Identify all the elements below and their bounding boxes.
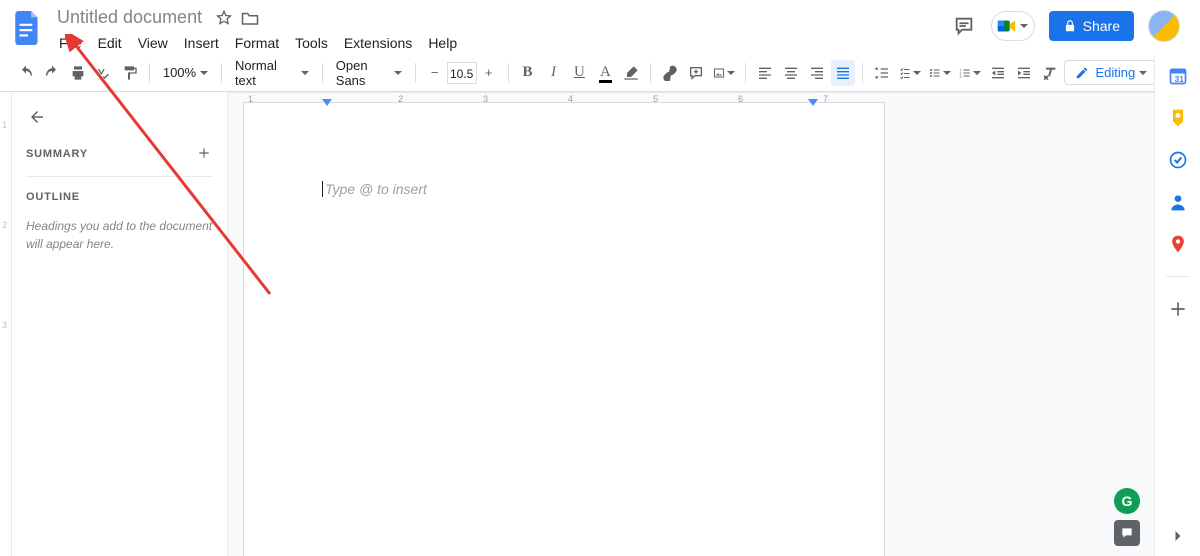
print-button[interactable] (66, 60, 90, 86)
comments-icon[interactable] (951, 13, 977, 39)
share-button-label: Share (1083, 18, 1120, 34)
grammarly-icon[interactable]: G (1114, 488, 1140, 514)
ruler-tick: 6 (738, 94, 743, 104)
calendar-icon[interactable]: 31 (1168, 66, 1188, 86)
decrease-indent-button[interactable] (986, 60, 1010, 86)
menu-edit[interactable]: Edit (91, 31, 129, 55)
align-right-button[interactable] (805, 60, 829, 86)
align-justify-button[interactable] (831, 60, 855, 86)
ruler-tick: 3 (483, 94, 488, 104)
outline-collapse-button[interactable] (26, 106, 48, 128)
document-placeholder: Type @ to insert (322, 181, 427, 197)
ruler-tick: 5 (653, 94, 658, 104)
account-avatar[interactable] (1148, 10, 1180, 42)
menu-extensions[interactable]: Extensions (337, 31, 419, 55)
toolbar: 100% Normal text Open Sans − 10.5 + B I … (0, 54, 1200, 92)
menu-bar: File Edit View Insert Format Tools Exten… (52, 31, 464, 55)
summary-heading: SUMMARY (26, 148, 88, 160)
numbered-list-button[interactable]: 123 (956, 60, 984, 86)
maps-icon[interactable] (1168, 234, 1188, 254)
line-spacing-button[interactable] (870, 60, 894, 86)
insert-image-button[interactable] (710, 60, 738, 86)
document-surface: 1 2 3 4 5 6 7 Type @ to insert (228, 92, 1200, 556)
paragraph-style-select[interactable]: Normal text (229, 60, 315, 86)
tasks-icon[interactable] (1168, 150, 1188, 170)
outline-heading: OUTLINE (26, 191, 80, 203)
topbar-right: Share (951, 6, 1190, 42)
share-button[interactable]: Share (1049, 11, 1134, 41)
align-left-button[interactable] (753, 60, 777, 86)
title-bar: Untitled document File Edit View Insert … (0, 0, 1200, 54)
vruler-tick: 2 (2, 220, 7, 230)
outline-panel: SUMMARY OUTLINE Headings you add to the … (12, 92, 228, 556)
zoom-value: 100% (163, 65, 196, 80)
ruler-tick: 4 (568, 94, 573, 104)
menu-tools[interactable]: Tools (288, 31, 335, 55)
document-title[interactable]: Untitled document (52, 6, 207, 29)
document-page[interactable]: Type @ to insert (244, 103, 884, 556)
vruler-tick: 1 (2, 120, 7, 130)
ruler-tick: 2 (398, 94, 403, 104)
ruler-tick: 1 (248, 94, 253, 104)
contacts-icon[interactable] (1168, 192, 1188, 212)
font-size-control: − 10.5 + (423, 60, 501, 86)
keep-icon[interactable] (1168, 108, 1188, 128)
move-folder-icon[interactable] (241, 9, 259, 27)
paragraph-style-value: Normal text (235, 58, 297, 88)
svg-text:31: 31 (1174, 74, 1184, 84)
font-size-input[interactable]: 10.5 (447, 62, 477, 84)
pencil-icon (1075, 66, 1089, 80)
font-size-increase-button[interactable]: + (477, 60, 501, 86)
insert-comment-button[interactable] (684, 60, 708, 86)
workarea: 1 2 3 SUMMARY OUTLINE Headings you add t… (0, 92, 1200, 556)
mode-select[interactable]: Editing (1064, 60, 1156, 85)
align-center-button[interactable] (779, 60, 803, 86)
hide-side-panel-button[interactable] (1168, 526, 1188, 546)
zoom-select[interactable]: 100% (157, 60, 214, 86)
side-panel: 31 (1154, 54, 1200, 556)
spellcheck-button[interactable] (92, 60, 116, 86)
undo-button[interactable] (14, 60, 38, 86)
italic-button[interactable]: I (541, 60, 565, 86)
vruler-tick: 3 (2, 320, 7, 330)
insert-link-button[interactable] (658, 60, 682, 86)
font-family-value: Open Sans (336, 58, 390, 88)
ruler-tick: 7 (823, 94, 828, 104)
bold-button[interactable]: B (515, 60, 539, 86)
outline-empty-hint: Headings you add to the document will ap… (26, 217, 213, 253)
menu-help[interactable]: Help (421, 31, 464, 55)
docs-logo-icon[interactable] (10, 6, 46, 50)
font-size-decrease-button[interactable]: − (423, 60, 447, 86)
menu-format[interactable]: Format (228, 31, 286, 55)
vertical-ruler: 1 2 3 (0, 92, 12, 556)
clear-formatting-button[interactable] (1038, 60, 1062, 86)
title-area: Untitled document File Edit View Insert … (52, 6, 464, 55)
text-color-button[interactable]: A (593, 60, 617, 86)
menu-insert[interactable]: Insert (177, 31, 226, 55)
paint-format-button[interactable] (118, 60, 142, 86)
star-icon[interactable] (215, 9, 233, 27)
increase-indent-button[interactable] (1012, 60, 1036, 86)
mode-label: Editing (1095, 65, 1135, 80)
add-summary-button[interactable] (197, 146, 213, 162)
menu-view[interactable]: View (131, 31, 175, 55)
bulleted-list-button[interactable] (926, 60, 954, 86)
explore-button[interactable] (1114, 520, 1140, 546)
meet-button[interactable] (991, 11, 1035, 41)
left-indent-marker[interactable] (322, 99, 332, 106)
add-addon-button[interactable] (1168, 299, 1188, 319)
horizontal-ruler[interactable]: 1 2 3 4 5 6 7 (228, 92, 1200, 93)
right-indent-marker[interactable] (808, 99, 818, 106)
menu-file[interactable]: File (52, 31, 89, 55)
font-family-select[interactable]: Open Sans (330, 60, 408, 86)
underline-button[interactable]: U (567, 60, 591, 86)
svg-text:3: 3 (960, 75, 962, 79)
highlight-color-button[interactable] (619, 60, 643, 86)
redo-button[interactable] (40, 60, 64, 86)
checklist-button[interactable] (896, 60, 924, 86)
